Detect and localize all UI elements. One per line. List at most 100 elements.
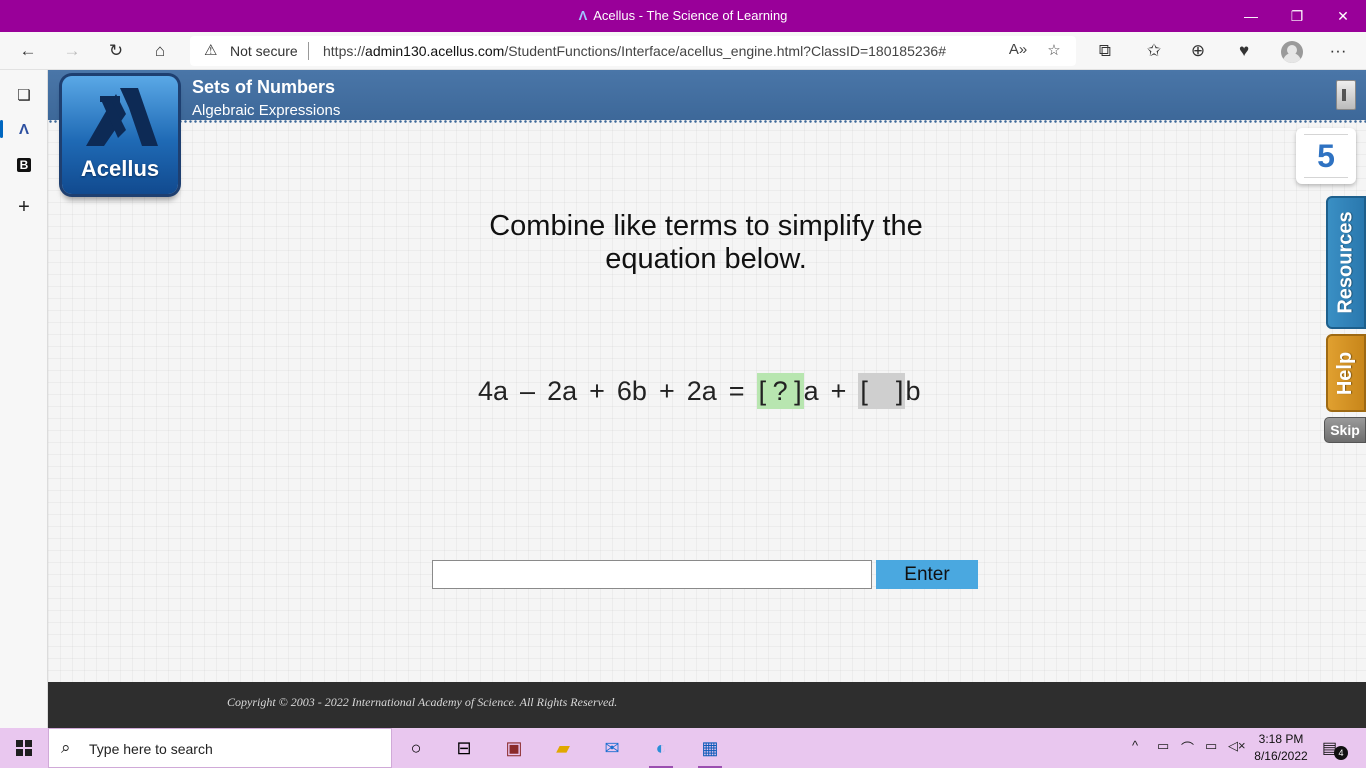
meet-now-icon[interactable]: ▭: [1157, 738, 1169, 754]
network-icon[interactable]: ⌒: [1181, 738, 1194, 757]
equals-sign: =: [728, 375, 745, 406]
window-title-text: Acellus - The Science of Learning: [593, 8, 788, 23]
sidebar-tab-b[interactable]: B: [8, 150, 40, 180]
cortana-button[interactable]: ○: [396, 732, 436, 764]
blank-a-marker: ?: [772, 375, 788, 406]
mail-button[interactable]: ✉: [592, 732, 632, 764]
bracket-open-1: [: [758, 375, 767, 406]
minimize-icon: —: [1244, 8, 1258, 24]
extensions-button[interactable]: ⧉: [1089, 36, 1121, 66]
favorites-icon: ✩: [1146, 41, 1162, 60]
volume-muted-icon[interactable]: ◁×: [1228, 738, 1246, 754]
folder-icon: ▰: [556, 737, 570, 758]
clock-time: 3:18 PM: [1258, 732, 1304, 746]
plus-icon: +: [18, 195, 30, 218]
puzzle-icon: ⧉: [1098, 41, 1112, 60]
settings-menu-button[interactable]: ···: [1322, 36, 1354, 66]
sidebar-tab-acellus[interactable]: Λ: [0, 114, 40, 144]
resources-tab[interactable]: Resources: [1326, 196, 1366, 329]
blank-a-coefficient[interactable]: [?]: [756, 373, 804, 409]
equation: 4a – 2a + 6b + 2a = [?] a + [] b: [472, 370, 920, 412]
show-hidden-icons-button[interactable]: ^: [1132, 738, 1138, 753]
profile-avatar[interactable]: [1281, 41, 1303, 63]
course-subtitle: Algebraic Expressions: [192, 102, 341, 119]
forward-button[interactable]: →: [56, 36, 88, 66]
taskbar-search-placeholder: Type here to search: [89, 741, 213, 757]
security-label[interactable]: Not secure: [230, 43, 298, 59]
outlook-icon: ▦: [701, 737, 719, 758]
tabs-icon: ❏: [17, 87, 31, 104]
url-host: admin130.acellus.com: [365, 43, 505, 59]
acellus-logo: Acellus: [62, 76, 178, 194]
close-icon: ✕: [1337, 7, 1349, 24]
collections-icon: ⊕: [1190, 41, 1206, 60]
battery-icon[interactable]: ▭: [1205, 738, 1217, 754]
store-icon: ▣: [505, 737, 523, 758]
operator-3: +: [658, 375, 675, 406]
url-path: /StudentFunctions/Interface/acellus_engi…: [504, 43, 947, 59]
question-line-2: equation below.: [605, 243, 807, 275]
minimize-button[interactable]: —: [1228, 0, 1274, 32]
enter-button[interactable]: Enter: [876, 560, 978, 589]
outlook-button[interactable]: ▦: [690, 732, 730, 768]
question-counter: 5: [1296, 128, 1356, 184]
edge-button[interactable]: ◐: [641, 732, 681, 768]
taskbar-clock[interactable]: 3:18 PM 8/16/2022: [1252, 731, 1310, 765]
restore-icon: ❐: [1290, 7, 1304, 24]
file-explorer-button[interactable]: ▰: [543, 732, 583, 764]
cortana-icon: ○: [410, 737, 422, 758]
term-1: 4a: [478, 375, 509, 406]
notifications-button[interactable]: ▤ 4: [1322, 738, 1348, 760]
arrow-right-icon: →: [63, 41, 81, 60]
term-3: 6b: [616, 375, 647, 406]
clock-date: 8/16/2022: [1254, 749, 1308, 763]
restore-button[interactable]: ❐: [1274, 0, 1320, 32]
read-aloud-icon[interactable]: A»: [1006, 41, 1030, 61]
copyright-text: Copyright © 2003 - 2022 International Ac…: [227, 695, 618, 709]
address-bar[interactable]: ⚠ Not secure https://admin130.acellus.co…: [190, 36, 1076, 66]
variable-b: b: [905, 375, 921, 406]
operator-4: +: [830, 375, 847, 406]
skip-button[interactable]: Skip: [1324, 417, 1366, 443]
lesson-content: Sets of Numbers Algebraic Expressions Ac…: [48, 70, 1366, 682]
b-tab-icon: B: [16, 158, 32, 172]
home-button[interactable]: ⌂: [144, 36, 176, 66]
bracket-open-2: [: [860, 375, 868, 406]
operator-1: –: [520, 375, 536, 406]
bracket-close-1: ]: [794, 375, 802, 406]
url-text[interactable]: https://admin130.acellus.com/StudentFunc…: [323, 43, 946, 59]
acellus-tab-icon: Λ: [18, 120, 29, 138]
mail-icon: ✉: [604, 737, 620, 758]
task-view-button[interactable]: ⊟: [444, 732, 484, 764]
search-icon: ⌕: [61, 738, 71, 757]
new-tab-button[interactable]: +: [8, 192, 40, 222]
course-banner: Sets of Numbers Algebraic Expressions: [48, 70, 1366, 123]
store-button[interactable]: ▣: [494, 732, 534, 764]
help-tab[interactable]: Help: [1326, 334, 1366, 412]
refresh-icon: ↻: [108, 41, 124, 60]
exit-door-icon[interactable]: [1336, 80, 1356, 110]
acellus-logo-text: Acellus: [80, 156, 160, 181]
close-window-button[interactable]: ✕: [1320, 0, 1366, 32]
browser-sidebar: ❏ Λ B +: [0, 70, 48, 728]
resources-tab-label: Resources: [1334, 211, 1357, 314]
term-4: 2a: [686, 375, 717, 406]
browser-essentials-button[interactable]: ♥: [1228, 36, 1260, 66]
refresh-button[interactable]: ↻: [100, 36, 132, 66]
back-button[interactable]: ←: [12, 36, 44, 66]
page-footer: Copyright © 2003 - 2022 International Ac…: [48, 682, 1366, 728]
blank-b-coefficient[interactable]: []: [858, 373, 906, 409]
url-prefix: https://: [323, 43, 366, 59]
course-title: Sets of Numbers: [192, 77, 336, 97]
window-titlebar: Λ Acellus - The Science of Learning — ❐ ✕: [0, 0, 1366, 32]
tab-actions-button[interactable]: ❏: [8, 80, 40, 110]
favorites-button[interactable]: ✩: [1138, 36, 1170, 66]
add-favorite-icon[interactable]: ☆: [1042, 41, 1066, 61]
answer-input[interactable]: [432, 560, 872, 589]
collections-button[interactable]: ⊕: [1182, 36, 1214, 66]
taskbar-search[interactable]: ⌕ Type here to search: [48, 728, 392, 768]
start-button[interactable]: [0, 728, 48, 768]
task-view-icon: ⊟: [456, 737, 472, 758]
notification-count: 4: [1334, 746, 1348, 760]
bracket-close-2: ]: [895, 375, 904, 406]
